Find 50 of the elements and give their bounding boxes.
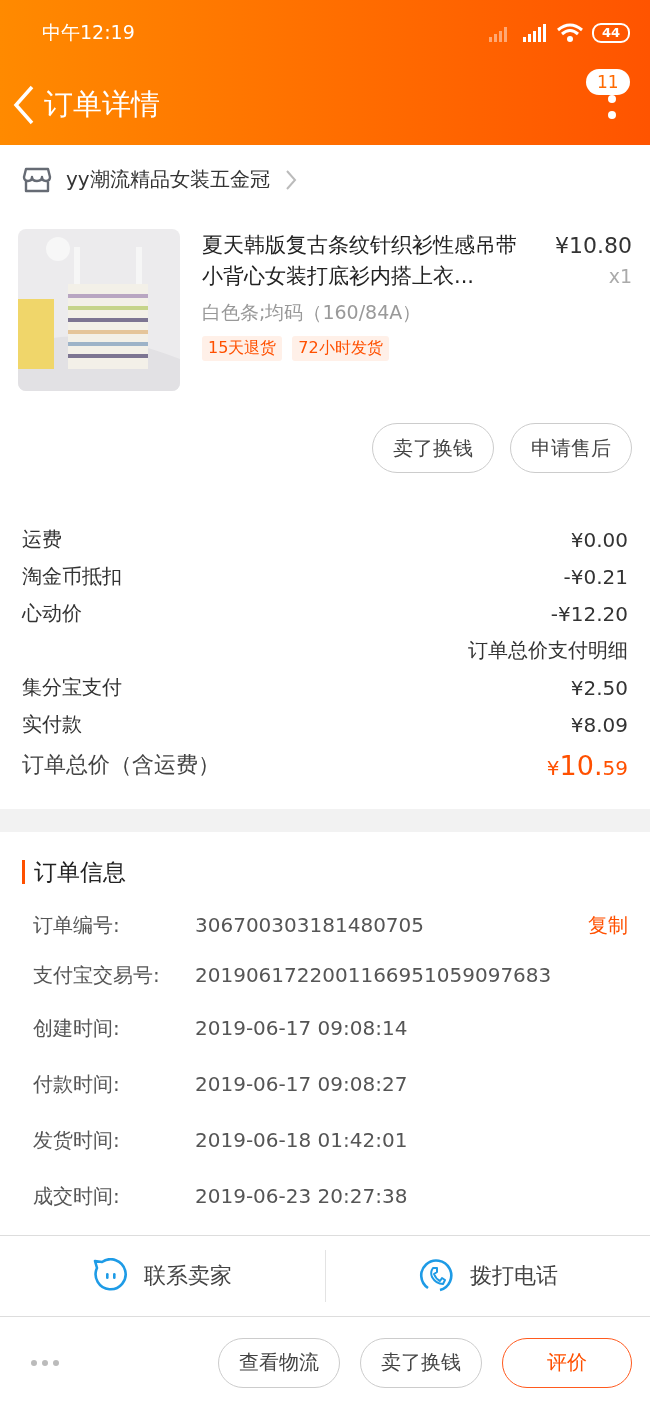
total-label: 订单总价（含运费） — [22, 751, 220, 780]
action-button[interactable]: 卖了换钱 — [360, 1337, 482, 1388]
store-icon — [22, 165, 52, 194]
action-button[interactable]: 卖了换钱 — [372, 423, 494, 474]
product-price: ¥10.80 — [555, 232, 632, 261]
service-tag: 72小时发货 — [292, 336, 389, 362]
info-label: 支付宝交易号: — [33, 961, 161, 989]
section-title: 订单信息 — [34, 857, 126, 887]
fee-value: ¥8.09 — [570, 712, 628, 737]
fee-label: 集分宝支付 — [22, 674, 122, 702]
fee-label: 淘金币抵扣 — [22, 563, 122, 591]
section-marker — [22, 860, 25, 885]
info-value: 306700303181480705 — [195, 913, 426, 938]
page-title: 订单详情 — [44, 86, 161, 123]
product-spec: 白色条;均码（160/84A） — [202, 300, 423, 326]
payment-detail-link[interactable]: 订单总价支付明细 — [468, 637, 628, 665]
fee-label: 运费 — [22, 526, 62, 554]
info-value: 2019-06-18 01:42:01 — [195, 1128, 409, 1153]
battery-indicator: 44 — [591, 22, 630, 43]
action-button[interactable]: 申请售后 — [510, 423, 632, 474]
contact-button[interactable]: 拨打电话 — [469, 1261, 558, 1292]
fee-label: 实付款 — [22, 711, 82, 739]
info-value: 2019-06-17 09:08:14 — [195, 1016, 409, 1041]
action-button[interactable]: 查看物流 — [218, 1337, 340, 1388]
product-title[interactable]: 夏天韩版复古条纹针织衫性感吊带小背心女装打底衫内搭上衣... — [202, 230, 532, 293]
wifi-icon — [555, 21, 584, 44]
fee-value: -¥0.21 — [563, 564, 628, 589]
fee-value: -¥12.20 — [550, 601, 628, 626]
more-icon[interactable] — [30, 1358, 60, 1367]
info-value: 2019-06-17 09:08:27 — [195, 1072, 409, 1097]
shop-name[interactable]: yy潮流精品女装五金冠 — [66, 166, 270, 194]
back-icon[interactable] — [12, 85, 36, 125]
info-value: 2019061722001166951059097683 — [195, 963, 553, 988]
contact-button[interactable]: 联系卖家 — [144, 1261, 233, 1292]
info-label: 订单编号: — [33, 911, 121, 939]
fee-value: ¥2.50 — [570, 675, 628, 700]
chevron-icon — [283, 168, 298, 191]
status-time: 中午12:19 — [42, 19, 135, 45]
info-label: 创建时间: — [33, 1014, 121, 1042]
product-quantity: x1 — [608, 265, 632, 288]
total-price: ¥10.59 — [546, 749, 628, 781]
info-label: 发货时间: — [33, 1126, 121, 1154]
message-badge: 11 — [586, 69, 630, 95]
info-value: 2019-06-23 20:27:38 — [195, 1184, 409, 1209]
service-tag: 15天退货 — [202, 336, 283, 362]
signal-icon — [521, 22, 548, 43]
info-label: 付款时间: — [33, 1070, 121, 1098]
info-label: 成交时间: — [33, 1182, 121, 1210]
fee-value: ¥0.00 — [570, 527, 628, 552]
fee-label: 心动价 — [22, 600, 82, 628]
